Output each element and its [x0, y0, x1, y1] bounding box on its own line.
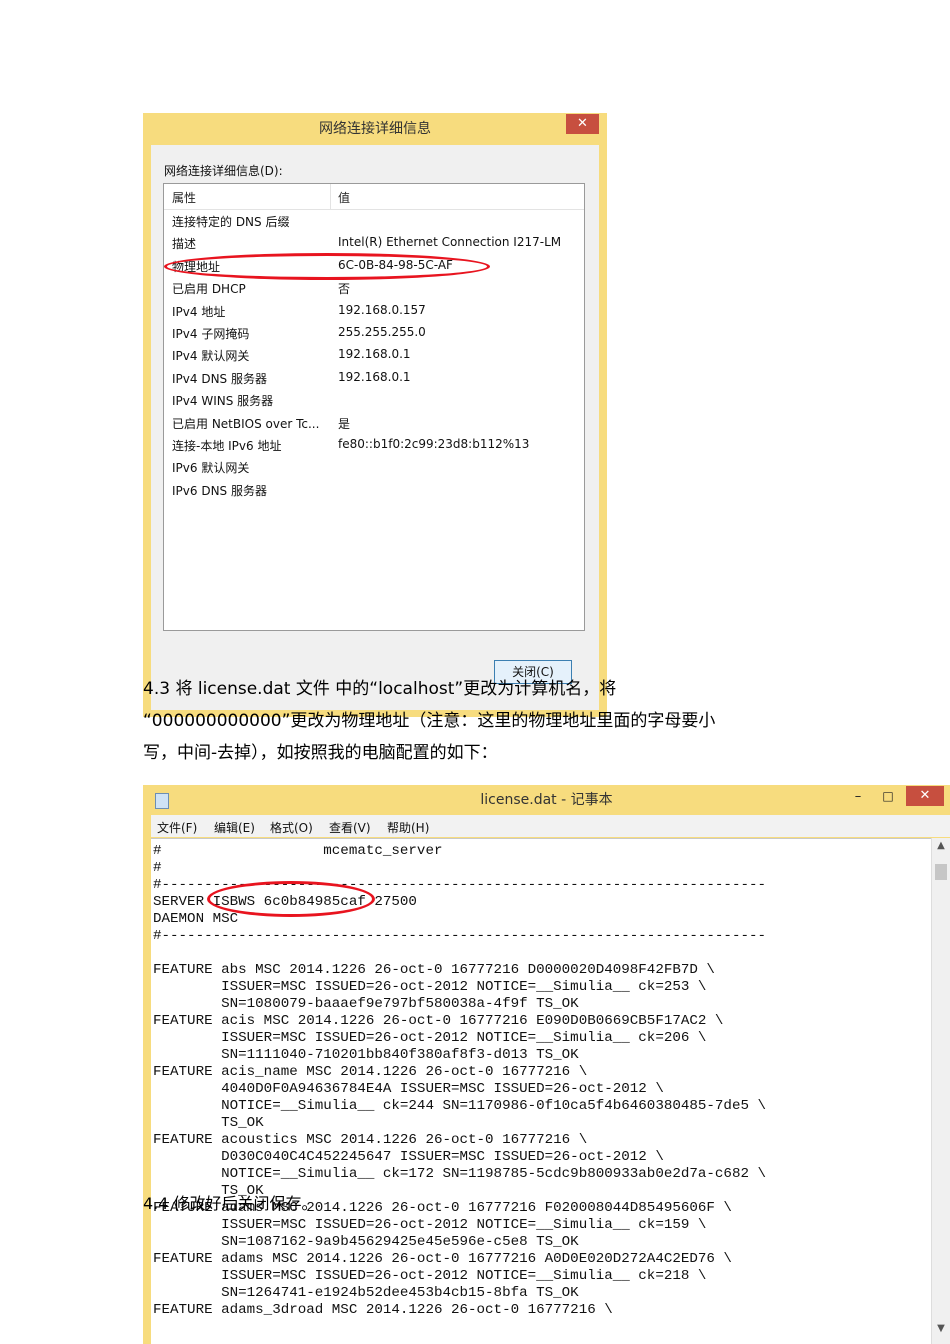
text-line: FEATURE acoustics MSC 2014.1226 26-oct-0…	[153, 1132, 588, 1148]
text-line: FEATURE acis MSC 2014.1226 26-oct-0 1677…	[153, 1013, 724, 1029]
network-details-dialog: 网络连接详细信息 ✕ 网络连接详细信息(D): 属性 值 连接特定的 DNS 后…	[143, 113, 607, 717]
listview-row[interactable]: IPv4 DNS 服务器 192.168.0.1	[164, 367, 584, 389]
menu-view[interactable]: 查看(V)	[329, 819, 371, 836]
text-line: FEATURE adams_3droad MSC 2014.1226 26-oc…	[153, 1302, 613, 1318]
vertical-scrollbar[interactable]: ▲ ▼	[931, 838, 950, 1344]
menu-edit[interactable]: 编辑(E)	[214, 819, 255, 836]
text-line: ISSUER=MSC ISSUED=26-oct-2012 NOTICE=__S…	[153, 979, 707, 995]
paragraph-line: 4.4 修改好后关闭保存。	[143, 1194, 318, 1213]
column-header-value[interactable]: 值	[338, 189, 350, 206]
window-title: license.dat - 记事本	[480, 792, 613, 808]
editor-lines: # mcematc_server # #----------------------…	[153, 843, 766, 1319]
text-line: FEATURE adams MSC 2014.1226 26-oct-0 167…	[153, 1251, 732, 1267]
listview-row[interactable]: IPv4 默认网关 192.168.0.1	[164, 344, 584, 366]
text-line	[153, 945, 766, 962]
red-annotation-oval	[164, 253, 490, 280]
scroll-thumb[interactable]	[935, 864, 947, 880]
property-name: 已启用 DHCP	[172, 282, 246, 297]
paragraph-line: “000000000000”更改为物理地址（注意：这里的物理地址里面的字母要小	[143, 711, 716, 731]
text-line: 4040D0F0A94636784E4A ISSUER=MSC ISSUED=2…	[153, 1081, 664, 1097]
text-line: D030C040C4C452245647 ISSUER=MSC ISSUED=2…	[153, 1149, 664, 1165]
listview-header: 属性 值	[164, 184, 584, 210]
property-value: 192.168.0.157	[338, 302, 426, 317]
listview-row[interactable]: IPv6 默认网关	[164, 456, 584, 478]
listview-row[interactable]: IPv4 WINS 服务器	[164, 389, 584, 411]
scroll-up-icon[interactable]: ▲	[932, 840, 950, 851]
text-line: TS_OK	[153, 1115, 264, 1131]
notepad-window: license.dat - 记事本 – □ ✕ 文件(F) 编辑(E) 格式(O…	[143, 785, 950, 1344]
text-editor[interactable]: # mcematc_server # #----------------------…	[151, 838, 932, 1344]
menu-file[interactable]: 文件(F)	[157, 819, 197, 836]
listview-row[interactable]: IPv4 地址 192.168.0.157	[164, 300, 584, 322]
menu-format[interactable]: 格式(O)	[270, 819, 313, 836]
property-name: 连接-本地 IPv6 地址	[172, 439, 282, 453]
details-label: 网络连接详细信息(D):	[164, 164, 283, 178]
text-line: ISSUER=MSC ISSUED=26-oct-2012 NOTICE=__S…	[153, 1217, 707, 1233]
red-annotation-oval	[207, 881, 375, 917]
property-name: IPv4 地址	[172, 304, 226, 319]
details-listview[interactable]: 属性 值 连接特定的 DNS 后缀 描述 Intel(R) Ethernet Con…	[163, 183, 585, 631]
listview-row[interactable]: 已启用 DHCP 否	[164, 277, 584, 299]
text-line: FEATURE abs MSC 2014.1226 26-oct-0 16777…	[153, 962, 715, 978]
listview-row[interactable]: 已启用 NetBIOS over Tc... 是	[164, 412, 584, 434]
property-value: 是	[338, 416, 351, 431]
text-line: SN=1080079-baaaef9e797bf580038a-4f9f TS_…	[153, 996, 579, 1012]
menu-bar: 文件(F) 编辑(E) 格式(O) 查看(V) 帮助(H)	[151, 815, 950, 837]
text-line: ISSUER=MSC ISSUED=26-oct-2012 NOTICE=__S…	[153, 1268, 707, 1284]
listview-row[interactable]: IPv6 DNS 服务器	[164, 479, 584, 501]
property-name: IPv6 默认网关	[172, 461, 250, 476]
text-line: NOTICE=__Simulia__ ck=244 SN=1170986-0f1…	[153, 1098, 766, 1114]
minimize-icon[interactable]: –	[846, 789, 870, 807]
property-name: IPv4 子网掩码	[172, 327, 250, 341]
property-value: 否	[338, 282, 351, 297]
text-line: NOTICE=__Simulia__ ck=172 SN=1198785-5cd…	[153, 1166, 766, 1182]
property-name: IPv4 默认网关	[172, 349, 250, 364]
text-line: #	[153, 860, 162, 876]
scroll-down-icon[interactable]: ▼	[932, 1323, 950, 1334]
text-line: SN=1111040-710201bb840f380af8f3-d013 TS_…	[153, 1047, 579, 1063]
listview-row[interactable]: 连接特定的 DNS 后缀	[164, 210, 584, 232]
property-name: IPv4 DNS 服务器	[172, 371, 267, 386]
paragraph-line: 4.3 将 license.dat 文件 中的“localhost”更改为计算机…	[143, 679, 617, 699]
property-name: IPv4 WINS 服务器	[172, 394, 274, 409]
close-icon[interactable]: ✕	[906, 786, 944, 806]
property-name: 已启用 NetBIOS over Tc...	[172, 416, 320, 431]
dialog-close-icon[interactable]: ✕	[566, 114, 599, 134]
text-line: SN=1264741-e1924b52dee453b4cb15-8bfa TS_…	[153, 1285, 579, 1301]
text-line: # mcematc_server	[153, 843, 443, 859]
property-value: 192.168.0.1	[338, 369, 411, 384]
text-line: ISSUER=MSC ISSUED=26-oct-2012 NOTICE=__S…	[153, 1030, 707, 1046]
property-name: 描述	[172, 237, 197, 252]
property-value: fe80::b1f0:2c99:23d8:b112%13	[338, 437, 530, 451]
listview-row[interactable]: IPv4 子网掩码 255.255.255.0	[164, 322, 584, 344]
property-value: 255.255.255.0	[338, 325, 426, 339]
maximize-icon[interactable]: □	[876, 789, 900, 807]
listview-row[interactable]: 连接-本地 IPv6 地址 fe80::b1f0:2c99:23d8:b112%1…	[164, 434, 584, 456]
property-name: IPv6 DNS 服务器	[172, 483, 267, 498]
dialog-title: 网络连接详细信息	[319, 121, 431, 137]
dialog-body: 网络连接详细信息(D): 属性 值 连接特定的 DNS 后缀 描述 Intel(R)…	[151, 145, 599, 710]
text-line: SN=1087162-9a9b45629425e45e596e-c5e8 TS_…	[153, 1234, 579, 1250]
column-header-property[interactable]: 属性	[172, 189, 196, 206]
property-name: 连接特定的 DNS 后缀	[172, 215, 290, 229]
text-line: FEATURE acis_name MSC 2014.1226 26-oct-0…	[153, 1064, 588, 1080]
property-value: 192.168.0.1	[338, 347, 411, 362]
column-divider[interactable]	[330, 184, 331, 209]
paragraph-line: 写，中间-去掉），如按照我的电脑配置的如下：	[143, 743, 498, 763]
menu-help[interactable]: 帮助(H)	[387, 819, 429, 836]
property-value: Intel(R) Ethernet Connection I217-LM	[338, 235, 562, 250]
text-line: #---------------------------------------…	[153, 928, 766, 944]
listview-row[interactable]: 描述 Intel(R) Ethernet Connection I217-LM	[164, 232, 584, 254]
